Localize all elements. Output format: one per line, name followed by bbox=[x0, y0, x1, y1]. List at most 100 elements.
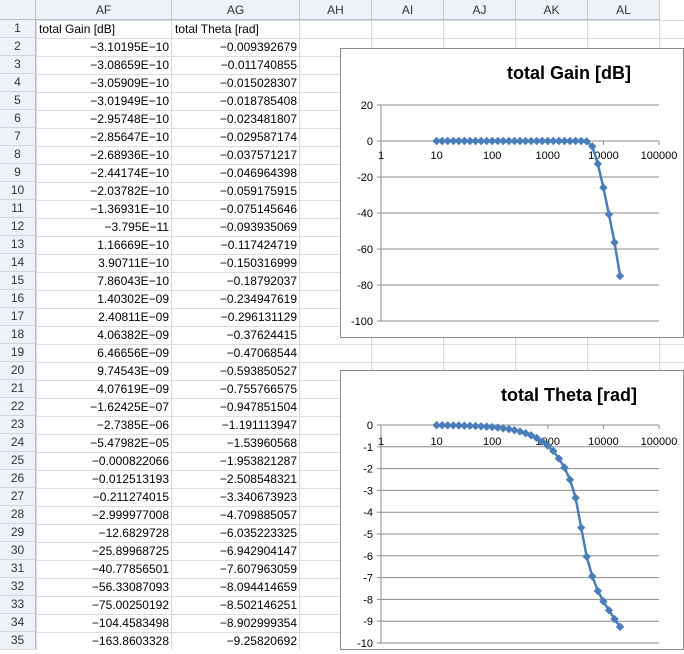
cell-ag[interactable]: −0.47068544 bbox=[172, 344, 300, 362]
cell-af[interactable]: −2.95748E−10 bbox=[36, 110, 172, 128]
cell-af[interactable]: −0.211274015 bbox=[36, 488, 172, 506]
cell-ag[interactable]: −0.947851504 bbox=[172, 398, 300, 416]
cell-ag[interactable]: −0.296131129 bbox=[172, 308, 300, 326]
row-header[interactable]: 26 bbox=[0, 470, 36, 488]
row-header[interactable]: 13 bbox=[0, 236, 36, 254]
row-header[interactable]: 27 bbox=[0, 488, 36, 506]
row-header[interactable]: 14 bbox=[0, 254, 36, 272]
cell-ag[interactable]: −0.075145646 bbox=[172, 200, 300, 218]
cell-af[interactable]: −0.012513193 bbox=[36, 470, 172, 488]
cell-ag[interactable]: −4.709885057 bbox=[172, 506, 300, 524]
cell-ag[interactable]: −2.508548321 bbox=[172, 470, 300, 488]
gain-chart[interactable]: total Gain [dB] 20 0 -20 -40 -60 -80 -100 1 10 10… bbox=[340, 48, 684, 338]
row-header[interactable]: 32 bbox=[0, 578, 36, 596]
cell-ag[interactable]: −7.607963059 bbox=[172, 560, 300, 578]
cell-af[interactable]: 7.86043E−10 bbox=[36, 272, 172, 290]
cell-af[interactable]: 4.07619E−09 bbox=[36, 380, 172, 398]
cell-ag[interactable]: −0.755766575 bbox=[172, 380, 300, 398]
row-header[interactable]: 3 bbox=[0, 56, 36, 74]
cell-ag[interactable]: −1.191113947 bbox=[172, 416, 300, 434]
cell-ag[interactable]: −0.37624415 bbox=[172, 326, 300, 344]
cell-af[interactable]: −3.05909E−10 bbox=[36, 74, 172, 92]
row-header[interactable]: 30 bbox=[0, 542, 36, 560]
cell-ag[interactable]: −0.029587174 bbox=[172, 128, 300, 146]
cell-ag[interactable]: −9.25820692 bbox=[172, 632, 300, 650]
cell-ag[interactable]: −0.015028307 bbox=[172, 74, 300, 92]
cell-af[interactable]: −75.00250192 bbox=[36, 596, 172, 614]
cell-ag[interactable]: −0.059175915 bbox=[172, 182, 300, 200]
cell-af[interactable]: −56.33087093 bbox=[36, 578, 172, 596]
cell-af[interactable]: −1.36931E−10 bbox=[36, 200, 172, 218]
cell-ag[interactable]: total Theta [rad] bbox=[172, 20, 300, 38]
cell-af[interactable]: −12.6829728 bbox=[36, 524, 172, 542]
row-header[interactable]: 1 bbox=[0, 20, 36, 38]
cell-ag[interactable]: −1.53960568 bbox=[172, 434, 300, 452]
column-header-ag[interactable]: AG bbox=[172, 0, 300, 20]
cell-af[interactable]: −104.4583498 bbox=[36, 614, 172, 632]
cell-af[interactable]: −2.44174E−10 bbox=[36, 164, 172, 182]
column-header-ai[interactable]: AI bbox=[372, 0, 444, 20]
column-header-ak[interactable]: AK bbox=[516, 0, 588, 20]
cell-ag[interactable]: −1.953821287 bbox=[172, 452, 300, 470]
cell-af[interactable]: −2.03782E−10 bbox=[36, 182, 172, 200]
row-header[interactable]: 9 bbox=[0, 164, 36, 182]
row-header[interactable]: 12 bbox=[0, 218, 36, 236]
cell-af[interactable]: −1.62425E−07 bbox=[36, 398, 172, 416]
cell-ag[interactable]: −0.011740855 bbox=[172, 56, 300, 74]
cell-af[interactable]: −3.10195E−10 bbox=[36, 38, 172, 56]
column-header-ah[interactable]: AH bbox=[300, 0, 372, 20]
select-all-corner[interactable] bbox=[0, 0, 36, 20]
cell-ag[interactable]: −0.150316999 bbox=[172, 254, 300, 272]
row-header[interactable]: 11 bbox=[0, 200, 36, 218]
row-header[interactable]: 34 bbox=[0, 614, 36, 632]
row-header[interactable]: 25 bbox=[0, 452, 36, 470]
cell-af[interactable]: −2.7385E−06 bbox=[36, 416, 172, 434]
cell-ag[interactable]: −6.035223325 bbox=[172, 524, 300, 542]
cell-af[interactable]: −2.85647E−10 bbox=[36, 128, 172, 146]
row-header[interactable]: 19 bbox=[0, 344, 36, 362]
cell-af[interactable]: 4.06382E−09 bbox=[36, 326, 172, 344]
cell-ag[interactable]: −0.018785408 bbox=[172, 92, 300, 110]
cell-af[interactable]: 1.16669E−10 bbox=[36, 236, 172, 254]
row-header[interactable]: 35 bbox=[0, 632, 36, 650]
cell-ag[interactable]: −0.18792037 bbox=[172, 272, 300, 290]
cell-af[interactable]: 2.40811E−09 bbox=[36, 308, 172, 326]
row-header[interactable]: 17 bbox=[0, 308, 36, 326]
column-header-aj[interactable]: AJ bbox=[444, 0, 516, 20]
cell-ag[interactable]: −0.117424719 bbox=[172, 236, 300, 254]
row-header[interactable]: 24 bbox=[0, 434, 36, 452]
cell-ag[interactable]: −8.902999354 bbox=[172, 614, 300, 632]
cell-ag[interactable]: −0.234947619 bbox=[172, 290, 300, 308]
row-header[interactable]: 6 bbox=[0, 110, 36, 128]
cell-ag[interactable]: −0.009392679 bbox=[172, 38, 300, 56]
row-header[interactable]: 23 bbox=[0, 416, 36, 434]
cell-af[interactable]: −0.000822066 bbox=[36, 452, 172, 470]
cell-af[interactable]: −40.77856501 bbox=[36, 560, 172, 578]
cell-af[interactable]: −3.01949E−10 bbox=[36, 92, 172, 110]
row-header[interactable]: 21 bbox=[0, 380, 36, 398]
cell-af[interactable]: −2.68936E−10 bbox=[36, 146, 172, 164]
cell-af[interactable]: total Gain [dB] bbox=[36, 20, 172, 38]
row-header[interactable]: 10 bbox=[0, 182, 36, 200]
row-header[interactable]: 8 bbox=[0, 146, 36, 164]
cell-ag[interactable]: −6.942904147 bbox=[172, 542, 300, 560]
row-header[interactable]: 29 bbox=[0, 524, 36, 542]
cell-ag[interactable]: −8.502146251 bbox=[172, 596, 300, 614]
column-header-al[interactable]: AL bbox=[588, 0, 660, 20]
row-header[interactable]: 16 bbox=[0, 290, 36, 308]
cell-af[interactable]: −3.08659E−10 bbox=[36, 56, 172, 74]
cell-ag[interactable]: −0.046964398 bbox=[172, 164, 300, 182]
cell-ag[interactable]: −0.093935069 bbox=[172, 218, 300, 236]
row-header[interactable]: 5 bbox=[0, 92, 36, 110]
cell-af[interactable]: 9.74543E−09 bbox=[36, 362, 172, 380]
cell-ag[interactable]: −3.340673923 bbox=[172, 488, 300, 506]
row-header[interactable]: 31 bbox=[0, 560, 36, 578]
cell-af[interactable]: 6.46656E−09 bbox=[36, 344, 172, 362]
row-header[interactable]: 18 bbox=[0, 326, 36, 344]
cell-ag[interactable]: −8.094414659 bbox=[172, 578, 300, 596]
row-header[interactable]: 15 bbox=[0, 272, 36, 290]
cell-ag[interactable]: −0.037571217 bbox=[172, 146, 300, 164]
row-header[interactable]: 7 bbox=[0, 128, 36, 146]
theta-chart[interactable]: total Theta [rad] 0 -1 -2 -3 -4 -5 -6 -7 -8 -9 -10… bbox=[340, 370, 684, 650]
row-header[interactable]: 33 bbox=[0, 596, 36, 614]
